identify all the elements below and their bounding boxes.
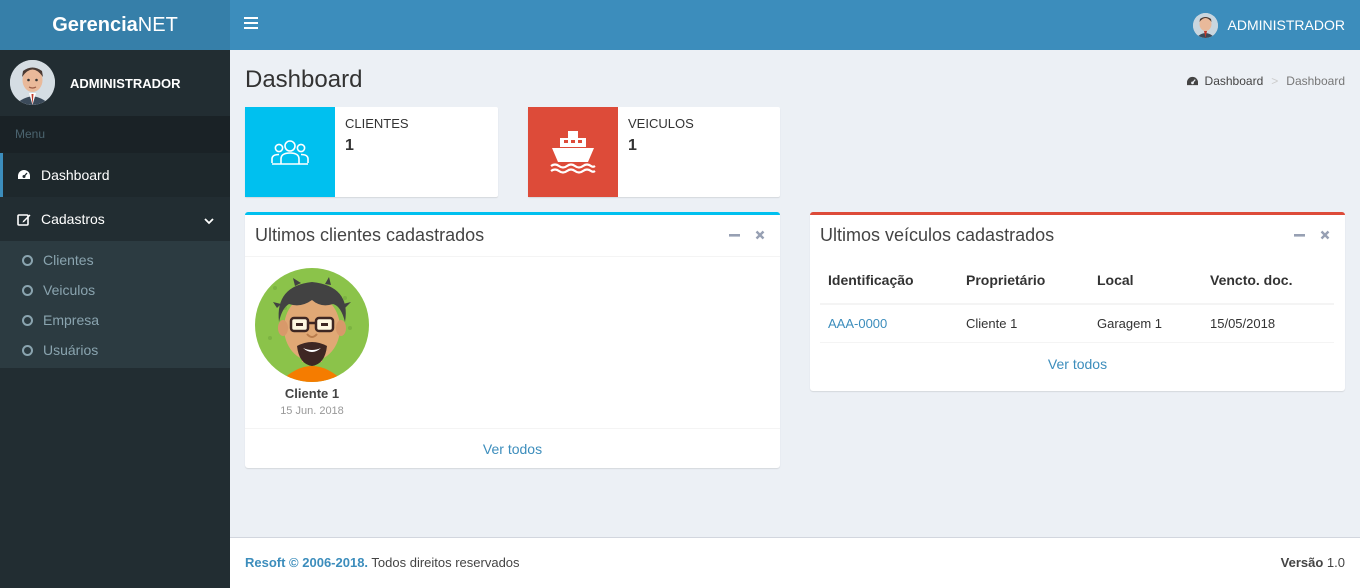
page-footer: Resoft © 2006-2018. Todos direitos reser…	[230, 537, 1360, 588]
user-avatar	[1192, 12, 1218, 38]
logo-rest: NET	[137, 14, 178, 36]
info-box-label: CLIENTES	[345, 116, 409, 131]
minimize-icon[interactable]	[728, 229, 740, 241]
client-avatar	[255, 268, 369, 382]
info-box-number: 1	[345, 137, 354, 154]
latest-clients-box: Ultimos clientes cadastrados Cliente 1 1…	[245, 212, 780, 468]
box-tools	[1293, 229, 1331, 241]
sidebar-subitem-label: Empresa	[43, 312, 100, 328]
client-card[interactable]: Cliente 1 15 Jun. 2018	[255, 268, 369, 417]
circle-icon	[22, 314, 33, 326]
view-all-clients-link[interactable]: Ver todos	[483, 441, 542, 457]
app-logo[interactable]: GerenciaNET	[0, 0, 230, 50]
footer-copyright: Resoft © 2006-2018. Todos direitos reser…	[245, 555, 520, 570]
box-title: Ultimos veículos cadastrados	[820, 225, 1055, 245]
latest-vehicles-box: Ultimos veículos cadastrados Identificaç…	[810, 212, 1345, 391]
circle-icon	[22, 344, 33, 356]
footer-version: Versão 1.0	[1281, 555, 1345, 570]
ship-icon	[528, 107, 618, 197]
table-cell: Garagem 1	[1089, 304, 1202, 343]
box-tools	[728, 229, 766, 241]
circle-icon	[22, 254, 33, 266]
sidebar-item-dashboard[interactable]: Dashboard	[0, 153, 230, 197]
user-panel: ADMINISTRADOR	[0, 50, 230, 116]
sidebar: ADMINISTRADOR Menu Dashboard Cadastros C…	[0, 50, 230, 588]
vehicle-id-link[interactable]: AAA-0000	[828, 316, 887, 331]
sidebar-item-cadastros[interactable]: Cadastros	[0, 197, 230, 241]
dashboard-icon	[17, 168, 31, 182]
table-row: AAA-0000 Cliente 1 Garagem 1 15/05/2018	[820, 304, 1334, 343]
info-box-number: 1	[628, 137, 637, 154]
users-icon	[245, 107, 335, 197]
table-cell: Cliente 1	[958, 304, 1089, 343]
info-box-veiculos[interactable]: VEICULOS 1	[528, 107, 780, 197]
client-name[interactable]: Cliente 1	[255, 386, 369, 401]
box-header: Ultimos veículos cadastrados	[810, 215, 1345, 257]
sidebar-subitem-label: Veiculos	[43, 282, 96, 298]
column-header: Vencto. doc.	[1202, 257, 1334, 305]
box-title: Ultimos clientes cadastrados	[255, 225, 485, 245]
sidebar-subitem-label: Usuários	[43, 342, 99, 358]
info-box-clientes[interactable]: CLIENTES 1	[245, 107, 498, 197]
sidebar-toggle-icon[interactable]	[244, 17, 258, 31]
box-header: Ultimos clientes cadastrados	[245, 215, 780, 257]
sidebar-subitem-label: Clientes	[43, 252, 94, 268]
circle-icon	[22, 284, 33, 296]
page-title: Dashboard	[245, 66, 363, 93]
table-cell: 15/05/2018	[1202, 304, 1334, 343]
box-footer: Ver todos	[245, 428, 780, 468]
view-all-vehicles-link[interactable]: Ver todos	[1048, 356, 1107, 372]
breadcrumb-separator: >	[1271, 74, 1279, 88]
sidebar-item-label: Cadastros	[41, 211, 105, 227]
chevron-down-icon	[204, 212, 214, 228]
sidebar-user-avatar	[10, 60, 55, 105]
logo-bold: Gerencia	[52, 14, 138, 36]
client-date: 15 Jun. 2018	[280, 405, 344, 417]
navbar-user-name: ADMINISTRADOR	[1227, 17, 1345, 33]
vehicles-table: Identificação Proprietário Local Vencto.…	[820, 257, 1334, 343]
version-label: Versão	[1280, 555, 1324, 570]
column-header: Identificação	[820, 257, 958, 305]
breadcrumb-home-label: Dashboard	[1204, 74, 1264, 88]
sidebar-subitem-empresa[interactable]: Empresa	[0, 305, 230, 335]
minimize-icon[interactable]	[1293, 229, 1305, 241]
column-header: Proprietário	[958, 257, 1089, 305]
close-icon[interactable]	[754, 229, 766, 241]
cadastros-submenu: Clientes Veiculos Empresa Usuários	[0, 241, 230, 368]
breadcrumb-current: Dashboard	[1286, 74, 1345, 88]
sidebar-subitem-usuarios[interactable]: Usuários	[0, 335, 230, 365]
sidebar-subitem-clientes[interactable]: Clientes	[0, 245, 230, 275]
sidebar-menu-header: Menu	[0, 116, 230, 153]
edit-icon	[17, 212, 31, 226]
version-value: 1.0	[1323, 555, 1345, 570]
box-footer: Ver todos	[810, 356, 1345, 372]
breadcrumb-home[interactable]: Dashboard	[1186, 74, 1264, 88]
top-navbar: ADMINISTRADOR	[230, 0, 1360, 50]
sidebar-subitem-veiculos[interactable]: Veiculos	[0, 275, 230, 305]
info-box-label: VEICULOS	[628, 116, 694, 131]
user-menu[interactable]: ADMINISTRADOR	[1192, 12, 1345, 38]
close-icon[interactable]	[1319, 229, 1331, 241]
copyright-link[interactable]: Resoft © 2006-2018.	[245, 555, 368, 570]
column-header: Local	[1089, 257, 1202, 305]
sidebar-user-name: ADMINISTRADOR	[70, 76, 181, 91]
table-header-row: Identificação Proprietário Local Vencto.…	[820, 257, 1334, 305]
breadcrumb: Dashboard > Dashboard	[1186, 74, 1345, 88]
footer-rights: Todos direitos reservados	[368, 555, 520, 570]
dashboard-icon	[1186, 76, 1199, 87]
sidebar-item-label: Dashboard	[41, 167, 110, 183]
